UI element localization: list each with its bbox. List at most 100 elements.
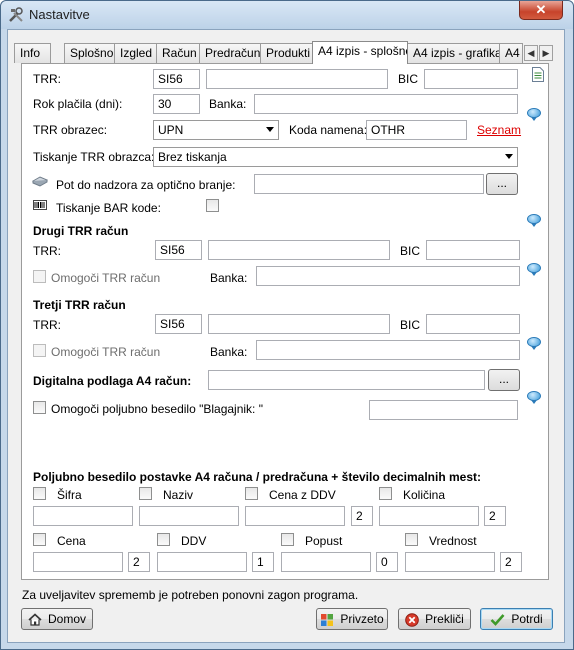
ocr-path-label: Pot do nadzora za optično branje: [56,178,236,192]
scanner-icon [32,176,48,187]
purpose-code-field[interactable]: OTHR [366,120,467,140]
due-days-field[interactable]: 30 [153,94,200,114]
cena-decimals-field[interactable]: 2 [128,552,150,572]
vrednost-text-field[interactable] [405,552,495,572]
second-account-heading: Drugi TRR račun [33,224,129,238]
cancel-icon [405,613,419,627]
help-bubble-icon[interactable] [527,214,541,227]
second-trr-label: TRR: [33,244,61,258]
second-bank-label: Banka: [210,271,248,285]
close-icon: ✕ [535,2,547,17]
default-button[interactable]: Privzeto [316,608,388,630]
third-trr-prefix-field[interactable]: SI56 [155,314,202,334]
tab-produkti[interactable]: Produkti [260,43,313,63]
vrednost-decimals-field[interactable]: 2 [500,552,522,572]
popust-decimals-field[interactable]: 0 [376,552,398,572]
sifra-text-field[interactable] [33,506,133,526]
title-bar[interactable]: Nastavitve [1,1,573,29]
sifra-checkbox[interactable] [33,487,46,500]
cena-z-ddv-checkbox[interactable] [245,487,258,500]
kolicina-label: Količina [403,488,446,502]
third-bank-field[interactable] [256,340,520,360]
trr-form-select[interactable]: UPN [153,120,279,140]
second-bank-field[interactable] [256,266,520,286]
tab-scroll-left-icon[interactable]: ◀ [524,45,538,61]
tab-a4-izpis-grafika[interactable]: A4 izpis - grafika [407,43,500,63]
default-button-label: Privzeto [340,612,384,626]
help-bubble-icon[interactable] [527,108,541,121]
purpose-code-label: Koda namena: [289,123,368,137]
cashier-text-field[interactable] [369,400,518,420]
second-bic-field[interactable] [426,240,520,260]
home-button[interactable]: Domov [21,608,93,630]
naziv-checkbox[interactable] [139,487,152,500]
second-enable-checkbox[interactable] [33,270,46,283]
popust-text-field[interactable] [281,552,371,572]
cashier-text-checkbox[interactable] [33,401,46,414]
help-bubble-icon[interactable] [527,391,541,404]
tab-scroll-right-icon[interactable]: ▶ [539,45,553,61]
digital-browse-button[interactable]: ... [488,369,520,391]
third-enable-label: Omogoči TRR račun [51,345,161,359]
barcode-checkbox[interactable] [206,199,219,212]
tab-a4-more[interactable]: A4 iz [499,43,523,63]
bank-field[interactable] [254,94,518,114]
cashier-text-label: Omogoči poljubno besedilo "Blagajnik: " [51,402,263,416]
tab-predracun[interactable]: Predračun [199,43,261,63]
list-link[interactable]: Seznam [477,123,521,137]
kolicina-decimals-field[interactable]: 2 [484,506,506,526]
popust-checkbox[interactable] [281,533,294,546]
third-enable-checkbox[interactable] [33,344,46,357]
tab-splosno[interactable]: Splošno [64,43,121,63]
trr-form-label: TRR obrazec: [33,123,108,137]
document-icon[interactable] [532,67,544,82]
print-form-select[interactable]: Brez tiskanja [153,147,518,167]
naziv-text-field[interactable] [139,506,239,526]
tab-izgled[interactable]: Izgled [114,43,157,63]
trr-number-field[interactable] [206,69,388,89]
third-trr-number-field[interactable] [208,314,390,334]
second-trr-prefix-field[interactable]: SI56 [155,240,202,260]
due-days-label: Rok plačila (dni): [33,97,123,111]
kolicina-text-field[interactable] [379,506,479,526]
third-account-heading: Tretji TRR račun [33,298,126,312]
bic-label: BIC [398,72,419,86]
tab-strip: Info Splošno Izgled Račun Predračun Prod… [14,41,564,64]
naziv-label: Naziv [163,488,194,502]
cena-text-field[interactable] [33,552,123,572]
trr-label: TRR: [33,72,61,86]
third-bic-field[interactable] [426,314,520,334]
digital-background-field[interactable] [208,370,485,390]
print-form-value: Brez tiskanja [158,150,227,164]
ddv-text-field[interactable] [157,552,247,572]
cena-z-ddv-decimals-field[interactable]: 2 [351,506,373,526]
help-bubble-icon[interactable] [527,337,541,350]
ocr-path-field[interactable] [254,174,484,194]
help-bubble-icon[interactable] [527,263,541,276]
cena-z-ddv-text-field[interactable] [245,506,345,526]
trr-prefix-field[interactable]: SI56 [153,69,200,89]
bic-field[interactable] [424,69,518,89]
ddv-label: DDV [181,534,207,548]
second-bic-label: BIC [400,244,421,258]
kolicina-checkbox[interactable] [379,487,392,500]
tab-racun[interactable]: Račun [156,43,200,63]
ocr-browse-button[interactable]: ... [486,173,518,195]
vrednost-label: Vrednost [429,534,477,548]
bank-label: Banka: [209,97,247,111]
close-button[interactable]: ✕ [519,1,563,20]
chevron-down-icon [505,154,513,159]
cancel-button[interactable]: Prekliči [398,608,471,630]
checkmark-icon [490,614,505,627]
tab-info[interactable]: Info [14,43,51,63]
confirm-button-label: Potrdi [511,612,543,626]
vrednost-checkbox[interactable] [405,533,418,546]
confirm-button[interactable]: Potrdi [480,608,553,630]
ddv-decimals-field[interactable]: 1 [252,552,274,572]
sifra-label: Šifra [57,488,82,502]
tab-a4-izpis-splosno[interactable]: A4 izpis - splošno [312,41,408,64]
home-button-label: Domov [47,612,86,626]
second-trr-number-field[interactable] [208,240,390,260]
cena-checkbox[interactable] [33,533,46,546]
ddv-checkbox[interactable] [157,533,170,546]
